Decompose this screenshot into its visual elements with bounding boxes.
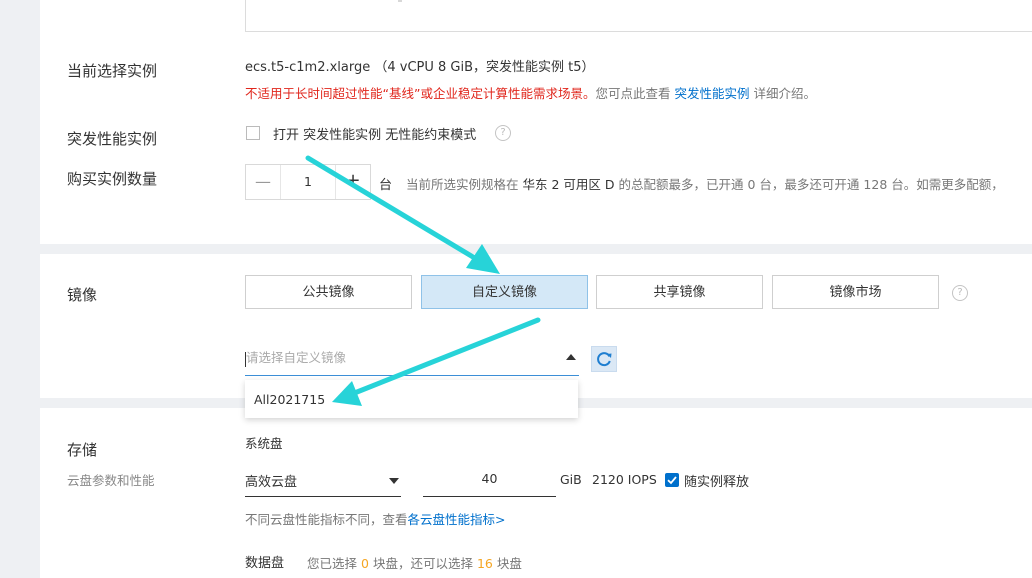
disk-type-select[interactable]: 高效云盘 xyxy=(245,464,401,497)
disk-perf-note: 不同云盘性能指标不同，查看各云盘性能指标> xyxy=(245,509,506,528)
burst-label: 突发性能实例 xyxy=(67,130,158,148)
dropdown-option[interactable]: All2021715 xyxy=(254,392,325,407)
burst-option-text: 打开 突发性能实例 无性能约束模式 xyxy=(273,128,477,143)
tab-custom-image[interactable]: 自定义镜像 xyxy=(421,275,588,309)
instance-panel: 当前选择实例 ecs.t5-c1m2.xlarge （4 vCPU 8 GiB，… xyxy=(40,0,1032,244)
description-textarea[interactable] xyxy=(245,0,1032,32)
quantity-label: 购买实例数量 xyxy=(67,170,158,188)
refresh-icon xyxy=(597,352,612,367)
disk-size-value: 40 xyxy=(481,471,498,486)
quantity-value[interactable]: 1 xyxy=(280,165,336,199)
tab-image-market[interactable]: 镜像市场 xyxy=(772,275,939,309)
quota-region: 华东 2 可用区 D xyxy=(522,177,615,192)
refresh-button[interactable] xyxy=(591,346,617,372)
image-help-icon[interactable]: ? xyxy=(952,285,968,301)
quota-opened: 0 xyxy=(747,177,756,192)
data-disk-note: 您已选择 0 块盘，还可以选择 16 块盘 xyxy=(307,553,522,572)
release-with-instance-checkbox[interactable] xyxy=(665,473,679,487)
quota-prefix: 当前所选实例规格在 xyxy=(406,177,519,192)
instance-warning: 不适用于长时间超过性能“基线”或企业稳定计算性能需求场景。您可点此查看 突发性能… xyxy=(245,83,816,102)
storage-panel: 存储 云盘参数和性能 系统盘 高效云盘 40 GiB 2120 IOPS 随实例… xyxy=(40,408,1032,578)
quota-remaining: 128 xyxy=(863,177,888,192)
warning-hint: 您可点此查看 xyxy=(595,86,671,101)
perf-note-text: 不同云盘性能指标不同，查看 xyxy=(245,512,408,527)
help-icon[interactable]: ? xyxy=(495,125,511,141)
quantity-stepper: — 1 + xyxy=(245,164,371,200)
burst-unlimited-checkbox[interactable] xyxy=(246,126,260,140)
disk-iops: 2120 IOPS xyxy=(592,472,657,487)
custom-image-dropdown: All2021715 xyxy=(245,380,578,418)
image-panel: 镜像 公共镜像 自定义镜像 共享镜像 镜像市场 ? xyxy=(40,254,1032,398)
tab-shared-image[interactable]: 共享镜像 xyxy=(596,275,763,309)
disk-perf-link[interactable]: 各云盘性能指标> xyxy=(408,512,506,527)
disk-type-value: 高效云盘 xyxy=(245,475,298,490)
quota-mid2: 台，最多还可开通 xyxy=(759,177,860,192)
chevron-up-icon[interactable] xyxy=(566,354,576,360)
increment-button[interactable]: + xyxy=(335,165,370,199)
warning-text: 不适用于长时间超过性能“基线”或企业稳定计算性能需求场景。 xyxy=(245,86,596,101)
image-label: 镜像 xyxy=(67,286,98,304)
quota-tail: 台。如需更多配额， xyxy=(891,177,1004,192)
disk-unit: GiB xyxy=(560,472,582,487)
burst-instance-link[interactable]: 突发性能实例 xyxy=(674,86,749,101)
data-disk-label: 数据盘 xyxy=(245,556,285,571)
text-cursor xyxy=(245,352,246,367)
warning-tail: 详细介绍。 xyxy=(753,86,816,101)
disk-size-input[interactable]: 40 xyxy=(423,464,556,497)
textarea-mark xyxy=(398,0,402,2)
custom-image-select[interactable] xyxy=(245,343,579,376)
check-icon xyxy=(667,476,677,485)
tab-public-image[interactable]: 公共镜像 xyxy=(245,275,412,309)
storage-sub-label: 云盘参数和性能 xyxy=(67,473,155,488)
instance-spec: ecs.t5-c1m2.xlarge （4 vCPU 8 GiB，突发性能实例 … xyxy=(245,60,595,75)
quota-note: 当前所选实例规格在 华东 2 可用区 D 的总配额最多，已开通 0 台，最多还可… xyxy=(406,174,1004,193)
storage-label: 存储 xyxy=(67,441,98,459)
decrement-button[interactable]: — xyxy=(246,165,281,199)
current-instance-label: 当前选择实例 xyxy=(67,62,158,80)
system-disk-label: 系统盘 xyxy=(245,436,283,451)
release-with-instance-label: 随实例释放 xyxy=(684,475,750,490)
quantity-unit: 台 xyxy=(379,178,393,193)
chevron-down-icon xyxy=(389,478,399,484)
quota-mid1: 的总配额最多，已开通 xyxy=(618,177,744,192)
custom-image-input[interactable] xyxy=(246,350,546,365)
